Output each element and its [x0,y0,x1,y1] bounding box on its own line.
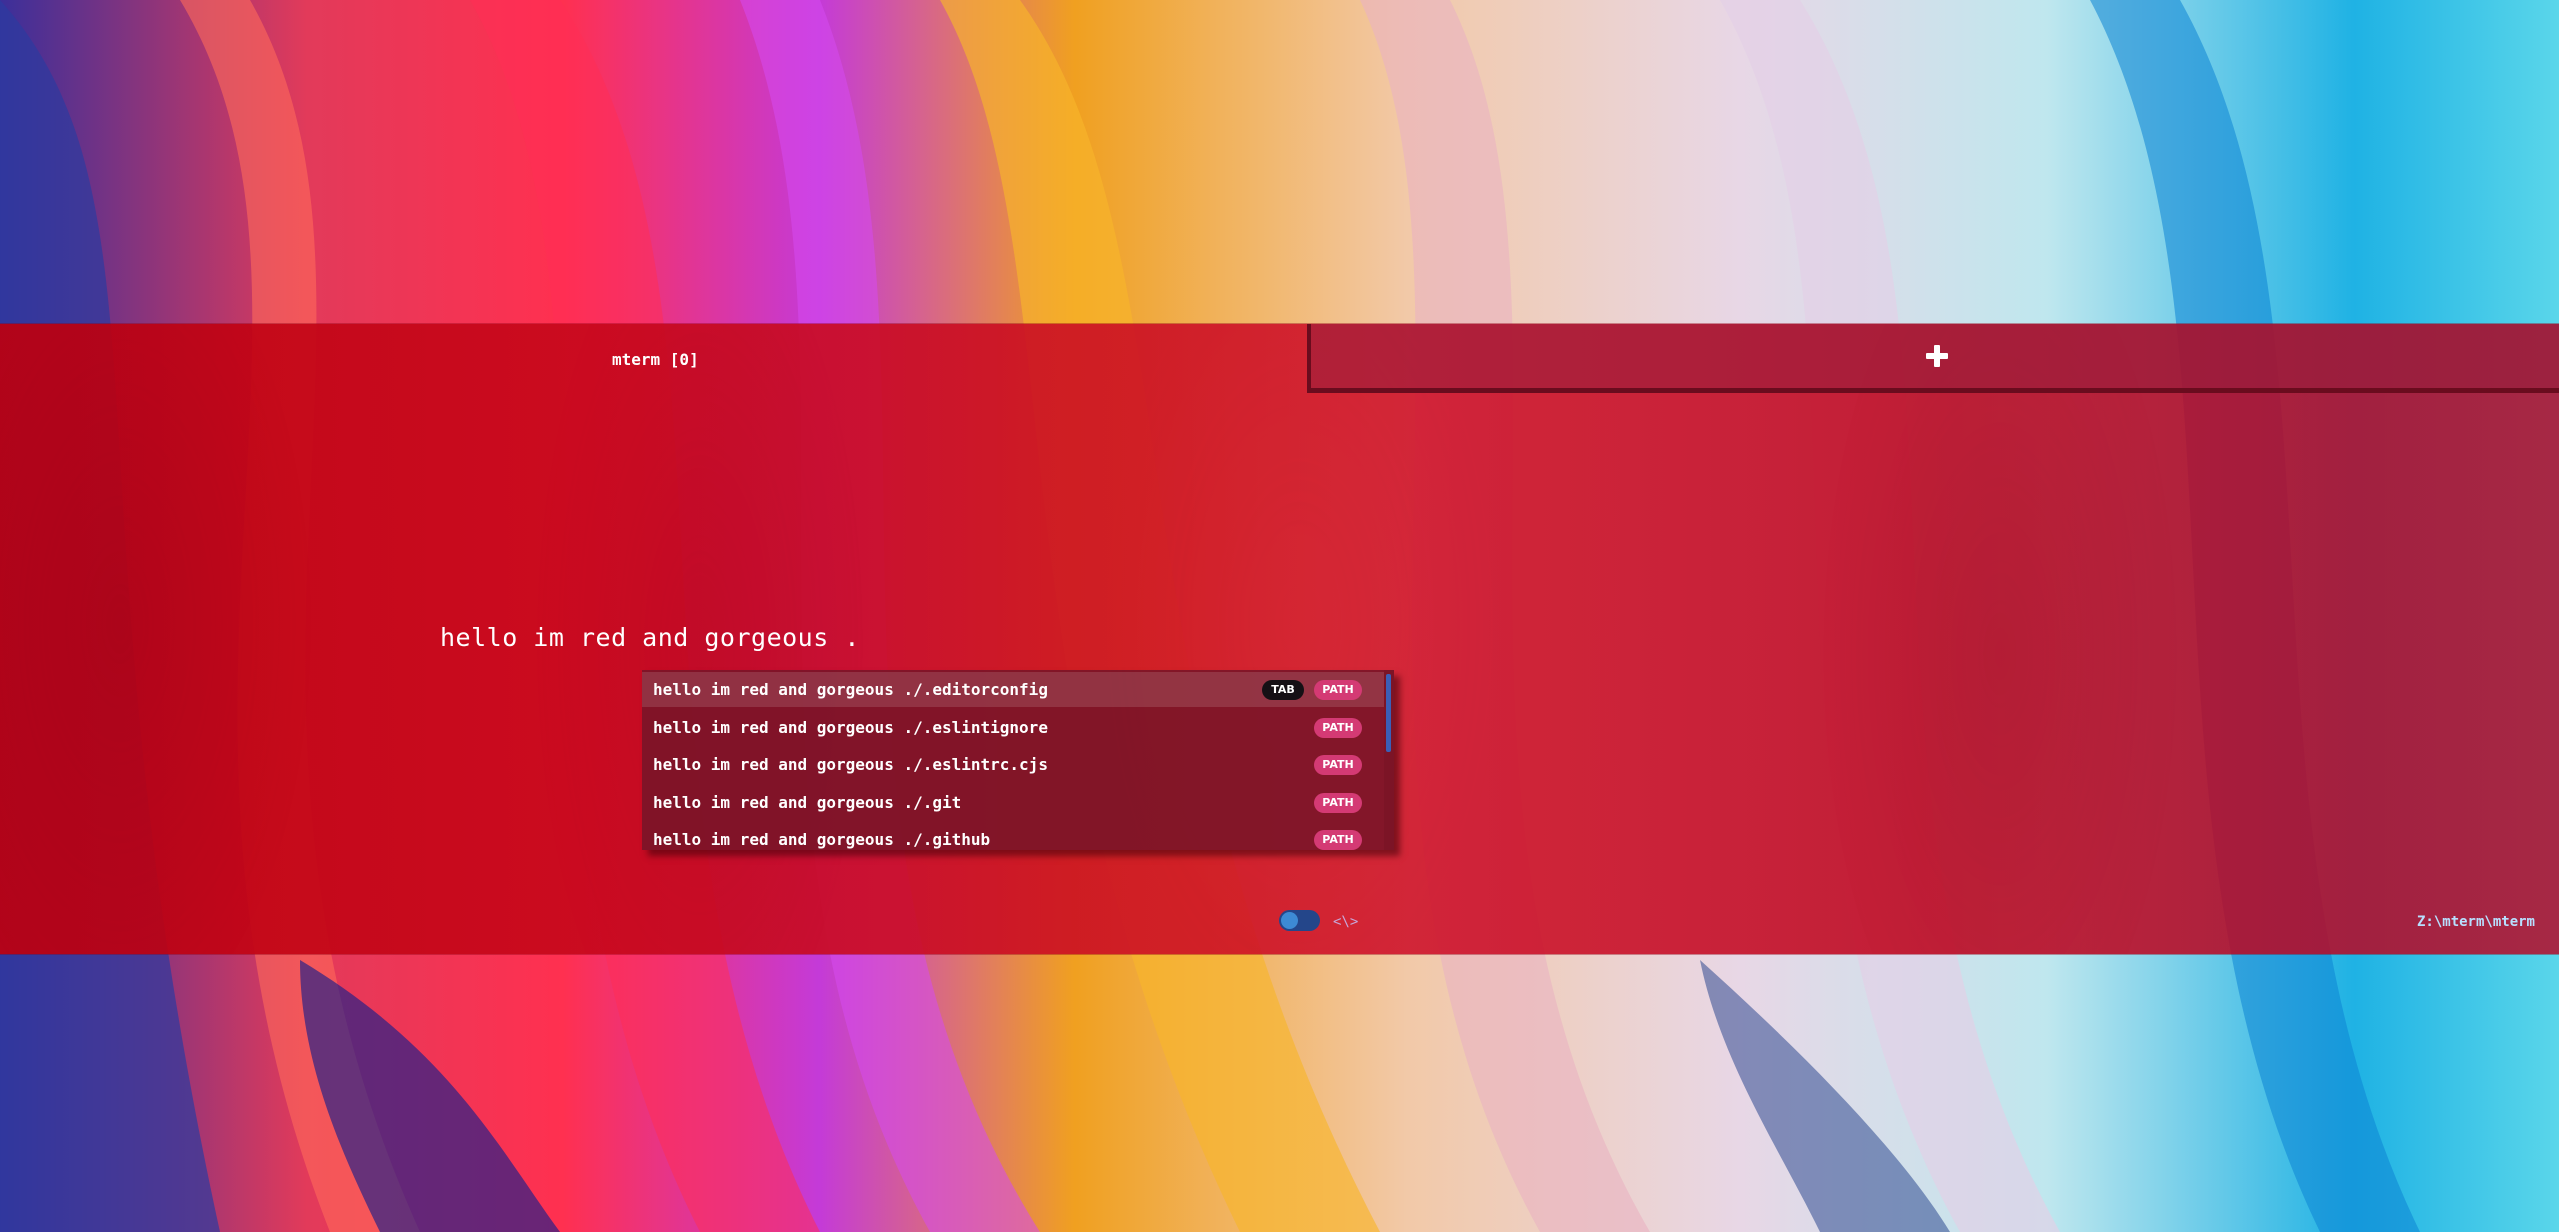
path-type-badge: PATH [1314,792,1362,813]
command-input[interactable]: hello im red and gorgeous . [440,623,860,652]
path-type-badge: PATH [1314,717,1362,738]
path-type-badge: PATH [1314,679,1362,700]
autocomplete-scrollbar[interactable] [1384,670,1394,850]
window-texture [0,324,2559,954]
autocomplete-list[interactable]: hello im red and gorgeous ./.editorconfi… [642,670,1394,850]
suggestion-item[interactable]: hello im red and gorgeous ./.git PATH [642,785,1384,820]
suggestion-text: hello im red and gorgeous ./.eslintrc.cj… [653,755,1048,774]
tab-title[interactable]: mterm [0] [612,350,699,369]
terminal-window[interactable]: mterm [0] hello im red and gorgeous . he… [0,324,2559,954]
new-tab-button[interactable] [1307,324,2559,393]
suggestion-item[interactable]: hello im red and gorgeous ./.github PATH [642,822,1384,857]
tab-key-badge: TAB [1262,679,1304,700]
suggestion-text: hello im red and gorgeous ./.eslintignor… [653,718,1048,737]
suggestion-text: hello im red and gorgeous ./.editorconfi… [653,680,1048,699]
suggestion-item[interactable]: hello im red and gorgeous ./.editorconfi… [642,672,1384,707]
path-type-badge: PATH [1314,754,1362,775]
suggestion-text: hello im red and gorgeous ./.git [653,793,962,812]
path-type-badge: PATH [1314,829,1362,850]
mode-toggle[interactable] [1279,910,1320,931]
code-icon[interactable]: <\> [1333,914,1358,930]
suggestion-text: hello im red and gorgeous ./.github [653,830,991,849]
scrollbar-thumb[interactable] [1386,674,1391,752]
suggestion-item[interactable]: hello im red and gorgeous ./.eslintignor… [642,710,1384,745]
toggle-knob [1281,912,1298,929]
plus-icon [1926,345,1948,367]
suggestion-item[interactable]: hello im red and gorgeous ./.eslintrc.cj… [642,747,1384,782]
current-directory: Z:\mterm\mterm [2416,914,2535,930]
